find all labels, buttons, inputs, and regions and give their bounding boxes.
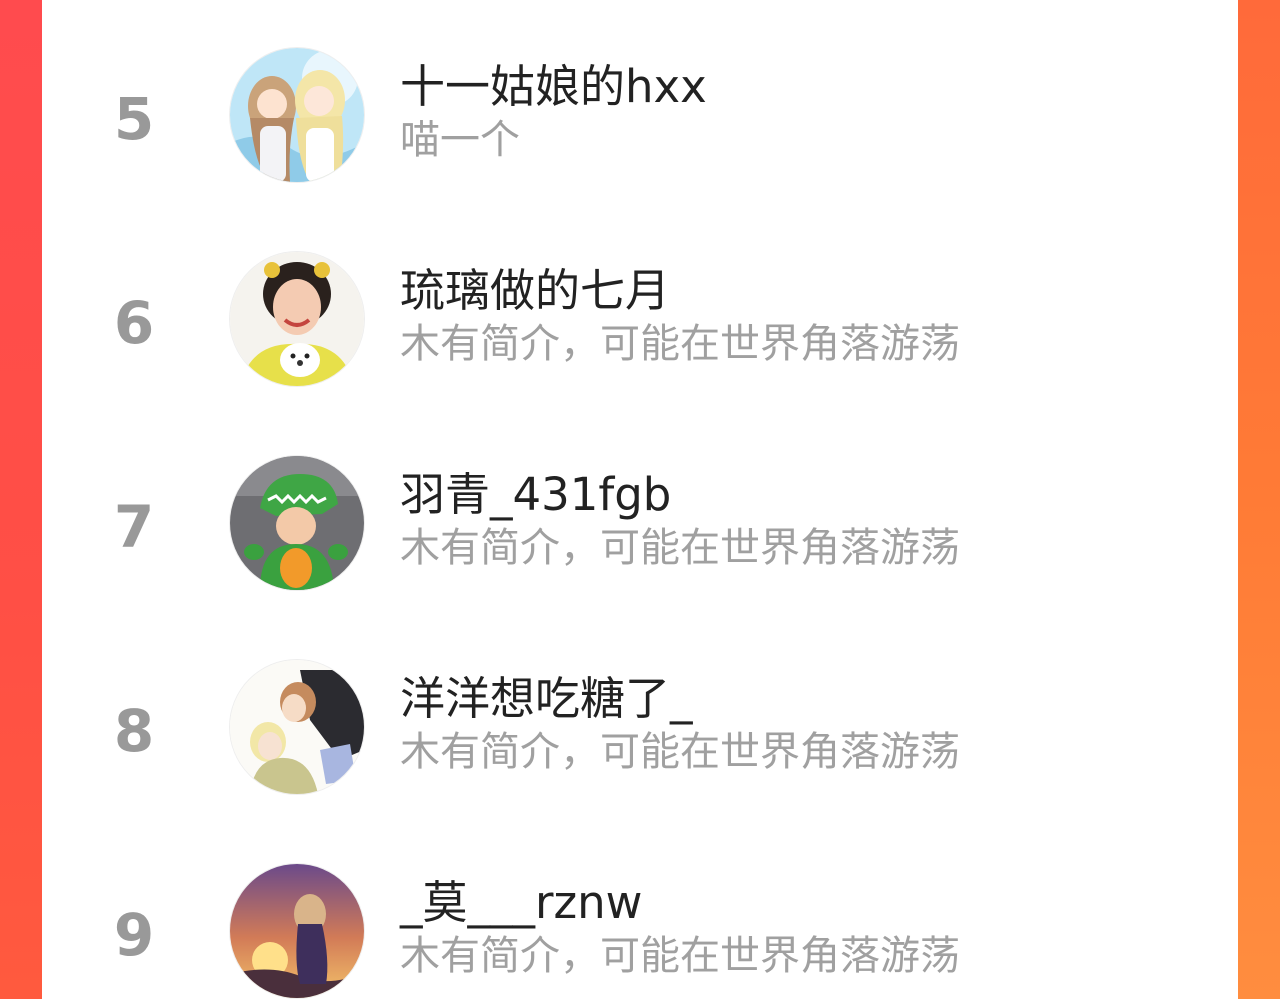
child-dinosaur-costume-avatar[interactable] xyxy=(230,456,364,590)
user-bio: 木有简介，可能在世界角落游荡 xyxy=(400,525,960,571)
user-bio: 木有简介，可能在世界角落游荡 xyxy=(400,933,960,979)
rank-number: 9 xyxy=(113,901,155,969)
woman-with-puppy-avatar[interactable] xyxy=(230,252,364,386)
right-gradient-border xyxy=(1238,0,1280,999)
list-item[interactable]: 6 琉璃做的七月 木有简介，可能在世界角落游荡 xyxy=(42,218,1238,418)
ranking-list: 5 十一姑娘的hxx 喵一个 6 琉璃做的七月 木有简介，可能在世界角落游荡 7… xyxy=(42,0,1238,999)
list-item[interactable]: 5 十一姑娘的hxx 喵一个 xyxy=(42,14,1238,214)
rank-number: 5 xyxy=(113,85,155,153)
anime-sunset-girl-avatar[interactable] xyxy=(230,864,364,998)
user-name[interactable]: _莫___rznw xyxy=(400,880,642,925)
user-name[interactable]: 十一姑娘的hxx xyxy=(400,64,707,109)
user-name[interactable]: 洋洋想吃糖了_ xyxy=(400,676,693,721)
user-name[interactable]: 羽青_431fgb xyxy=(400,472,671,517)
rank-number: 6 xyxy=(113,289,155,357)
list-item[interactable]: 9 _莫___rznw 木有简介，可能在世界角落游荡 xyxy=(42,830,1238,999)
left-gradient-border xyxy=(0,0,42,999)
anime-girls-avatar[interactable] xyxy=(230,48,364,182)
anime-couple-avatar[interactable] xyxy=(230,660,364,794)
list-item[interactable]: 7 羽青_431fgb 木有简介，可能在世界角落游荡 xyxy=(42,422,1238,622)
rank-number: 8 xyxy=(113,697,155,765)
user-bio: 木有简介，可能在世界角落游荡 xyxy=(400,729,960,775)
list-item[interactable]: 8 洋洋想吃糖了_ 木有简介，可能在世界角落游荡 xyxy=(42,626,1238,826)
user-name[interactable]: 琉璃做的七月 xyxy=(400,268,670,313)
user-bio: 喵一个 xyxy=(400,117,520,163)
user-bio: 木有简介，可能在世界角落游荡 xyxy=(400,321,960,367)
rank-number: 7 xyxy=(113,493,155,561)
